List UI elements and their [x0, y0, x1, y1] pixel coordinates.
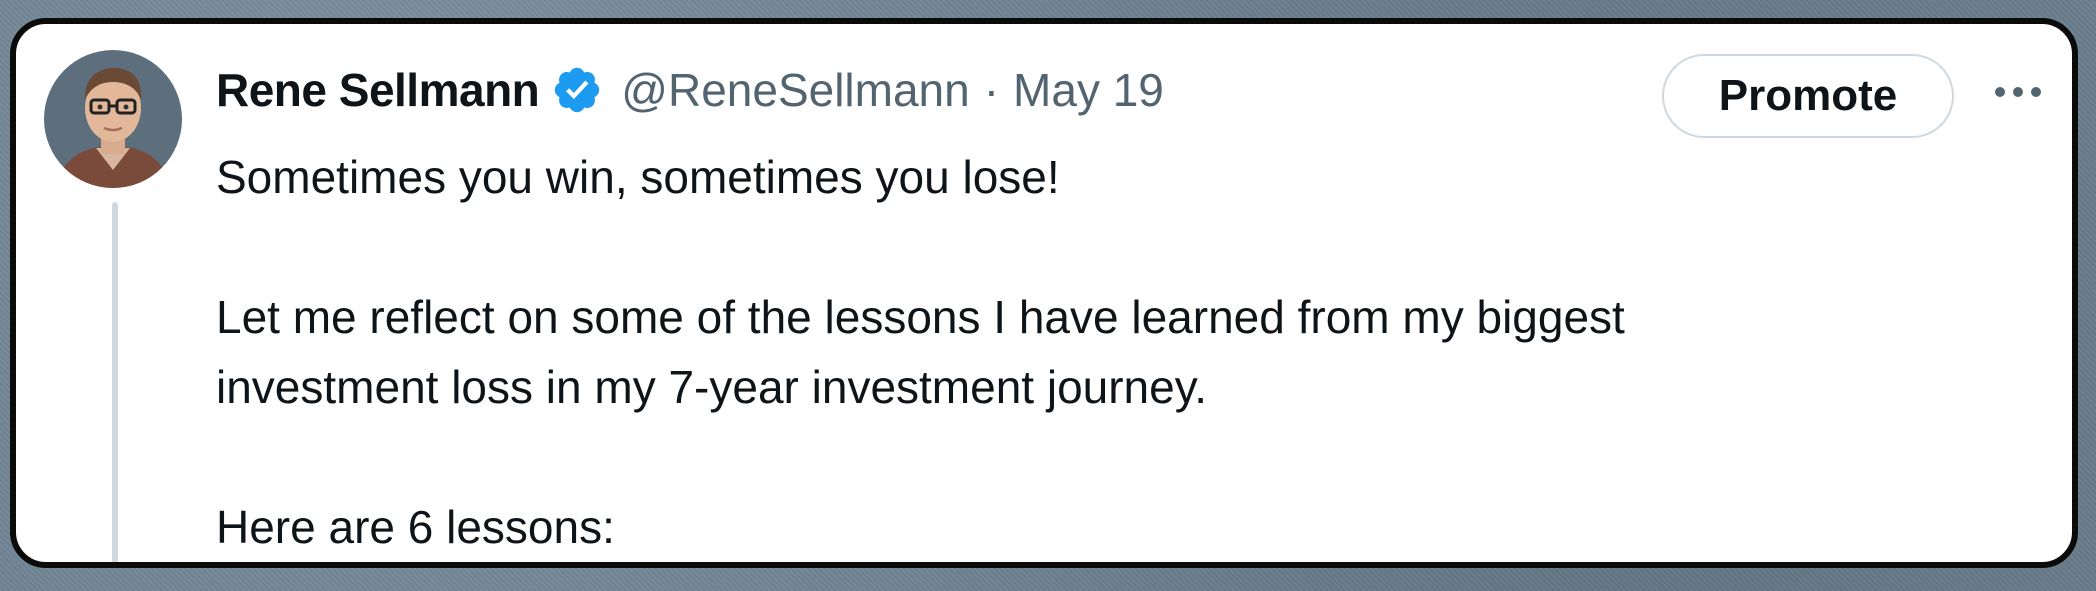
tweet-date[interactable]: May 19 — [1013, 63, 1164, 117]
tweet-card[interactable]: Rene Sellmann @ReneSellmann · May 19 Pro… — [10, 18, 2078, 568]
author-name[interactable]: Rene Sellmann — [216, 63, 540, 117]
verified-badge-icon[interactable] — [551, 64, 603, 116]
avatar[interactable] — [44, 50, 182, 188]
tweet-line: Let me reflect on some of the lessons I … — [216, 291, 1625, 343]
thread-line — [112, 202, 118, 562]
more-options-icon[interactable] — [1990, 72, 2046, 112]
tweet-header: Rene Sellmann @ReneSellmann · May 19 — [216, 58, 1164, 122]
profile-photo-icon — [44, 50, 182, 188]
author-handle[interactable]: @ReneSellmann — [621, 63, 969, 117]
promote-button[interactable]: Promote — [1662, 54, 1954, 138]
tweet-line: Here are 6 lessons: — [216, 501, 615, 553]
tweet-text: Sometimes you win, sometimes you lose! L… — [216, 142, 2036, 562]
dot-separator: · — [983, 64, 1000, 116]
tweet-line: investment loss in my 7-year investment … — [216, 361, 1208, 413]
tweet-line: Sometimes you win, sometimes you lose! — [216, 151, 1060, 203]
